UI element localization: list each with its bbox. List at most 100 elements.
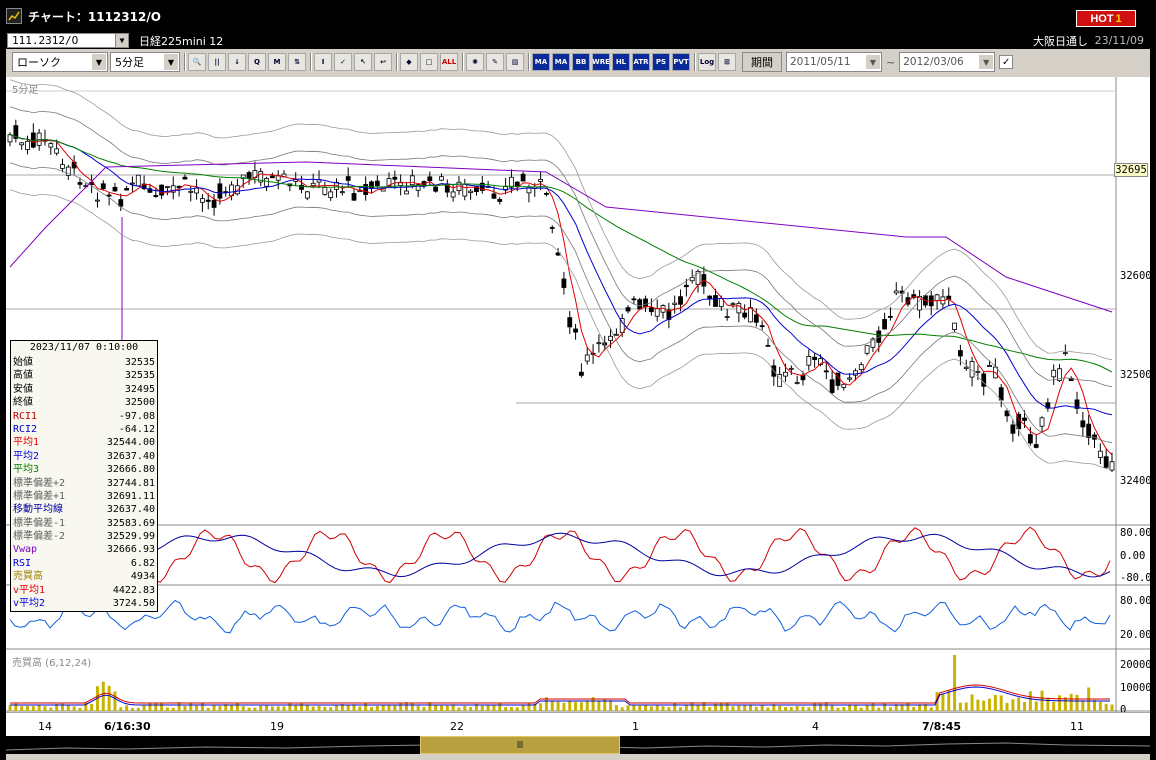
toolbar-button-3[interactable]: Q [248, 53, 266, 71]
symbol-name: 日経225mini 12 [139, 34, 224, 48]
info-label: 高値 [13, 370, 33, 382]
candle-body [742, 312, 748, 318]
info-label: 標準偏差+1 [13, 490, 66, 502]
toolbar-button-7[interactable]: ✓ [334, 53, 352, 71]
toolbar-button-24[interactable]: Log [698, 53, 716, 71]
volume-bar [871, 703, 875, 711]
volume-bar [638, 705, 642, 711]
toolbar-button-8[interactable]: ↖ [354, 53, 372, 71]
candle-body [759, 325, 765, 328]
toolbar-button-21[interactable]: ATR [632, 53, 650, 71]
candle-body [95, 199, 100, 202]
volume-bar [673, 702, 677, 711]
chevron-down-icon[interactable]: ▼ [979, 55, 994, 69]
volume-bar [719, 703, 723, 711]
candle-body [392, 176, 398, 180]
volume-bar [888, 707, 892, 711]
volume-bar [1104, 703, 1108, 711]
candle-body [934, 294, 940, 302]
period-button[interactable]: 期間 [742, 52, 782, 72]
candle-body [304, 191, 310, 199]
volume-bar [527, 702, 531, 711]
toolbar-button-4[interactable]: M [268, 53, 286, 71]
info-label: 平均1 [13, 437, 40, 449]
volume-bar [515, 707, 519, 711]
toolbar-button-13[interactable]: ✺ [466, 53, 484, 71]
candle-body [211, 199, 217, 208]
toolbar-button-25[interactable]: ⊞ [718, 53, 736, 71]
volume-bar [20, 706, 24, 711]
interval-select[interactable]: 5分足 ▼ [110, 52, 180, 72]
volume-bar [649, 706, 653, 711]
y-tick-label: 32500 [1120, 369, 1152, 381]
volume-bar [632, 704, 636, 711]
volume-bar [37, 705, 41, 711]
toolbar-button-15[interactable]: ▧ [506, 53, 524, 71]
hot-button[interactable]: HOT 1 [1076, 10, 1136, 27]
date-to-field[interactable]: 2012/03/06 ▼ [899, 52, 996, 72]
chart-area[interactable]: 5分足 売買高 (6,12,24) [6, 77, 1150, 737]
volume-bar [737, 705, 741, 711]
chart-scrollbar[interactable]: Ⅲ [6, 736, 1150, 754]
volume-bar [8, 705, 12, 711]
volume-bar [183, 706, 187, 711]
volume-bar [486, 704, 490, 711]
candle-body [829, 379, 835, 393]
toolbar-button-19[interactable]: WRE [592, 53, 610, 71]
scroll-thumb[interactable]: Ⅲ [420, 736, 620, 754]
volume-bar [370, 707, 374, 711]
date-from-field[interactable]: 2011/05/11 ▼ [786, 52, 882, 72]
candle-body [1033, 444, 1039, 448]
candle-body [188, 190, 194, 193]
app-chart-icon [6, 8, 22, 24]
apply-checkbox[interactable]: ✓ [999, 55, 1014, 69]
toolbar-button-17[interactable]: MA [552, 53, 570, 71]
candle-body [427, 176, 433, 182]
volume-bar [247, 707, 251, 711]
volume-bar [276, 706, 280, 711]
info-row: RCI2 -64.12 [13, 423, 155, 436]
candle-body [806, 356, 812, 366]
chevron-down-icon[interactable]: ▼ [92, 54, 106, 70]
volume-bar [416, 705, 420, 711]
candle-body [363, 184, 369, 195]
chevron-down-icon[interactable]: ▼ [115, 34, 128, 47]
candle-body [654, 308, 660, 317]
toolbar-button-9[interactable]: ↩ [374, 53, 392, 71]
candle-body [765, 344, 771, 347]
toolbar-button-18[interactable]: BB [572, 53, 590, 71]
candle-body [205, 199, 211, 202]
volume-bar [970, 694, 974, 711]
toolbar-button-6[interactable]: I [314, 53, 332, 71]
candle-body [1051, 369, 1057, 378]
toolbar-button-16[interactable]: MA [532, 53, 550, 71]
toolbar-button-2[interactable]: ↓ [228, 53, 246, 71]
period-label: 期間 [751, 56, 773, 69]
toolbar-button-5[interactable]: ⇅ [288, 53, 306, 71]
chart-type-select[interactable]: ローソク ▼ [12, 52, 108, 72]
info-value: 32666.93 [106, 544, 155, 556]
toolbar-button-22[interactable]: PS [652, 53, 670, 71]
info-value: -64.12 [118, 423, 155, 435]
chevron-down-icon[interactable]: ▼ [866, 55, 880, 69]
volume-bar [865, 704, 869, 711]
toolbar-button-12[interactable]: ALL [440, 53, 458, 71]
toolbar-button-0[interactable]: 🔍 [188, 53, 206, 71]
volume-bar [539, 703, 543, 711]
volume-bar [200, 702, 204, 711]
volume-bar [509, 707, 513, 711]
volume-bar [842, 707, 846, 711]
volume-bar [311, 706, 315, 711]
info-row: 終値 32500 [13, 396, 155, 409]
toolbar-button-14[interactable]: ✎ [486, 53, 504, 71]
chevron-down-icon[interactable]: ▼ [164, 54, 178, 70]
toolbar-button-23[interactable]: PVT [672, 53, 690, 71]
candle-body [788, 367, 794, 370]
toolbar-button-11[interactable]: □ [420, 53, 438, 71]
toolbar-button-10[interactable]: ◆ [400, 53, 418, 71]
toolbar-button-1[interactable]: || [208, 53, 226, 71]
volume-ma-2 [10, 686, 1110, 706]
volume-bar [568, 700, 572, 711]
toolbar-button-20[interactable]: HL [612, 53, 630, 71]
symbol-input[interactable]: 111.2312/O ▼ [7, 33, 129, 48]
